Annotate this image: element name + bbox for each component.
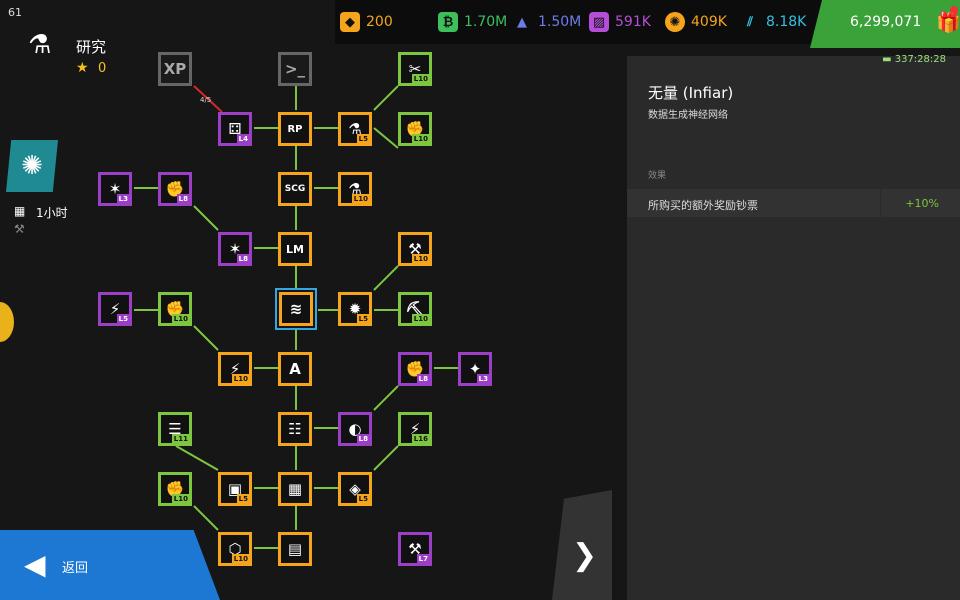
notification-dot — [950, 6, 958, 14]
research-node[interactable]: ✊ L10 — [158, 472, 192, 506]
back-arrow-icon: ◀ — [24, 548, 46, 581]
effect-label: 所购买的额外奖励钞票 — [648, 199, 758, 212]
research-tree-links — [134, 85, 458, 549]
effect-divider — [880, 189, 881, 217]
resource-orange: ✺ 409K — [665, 12, 727, 32]
research-node[interactable]: ⛏ L10 — [398, 292, 432, 326]
research-node[interactable]: ✊ L8 — [398, 352, 432, 386]
back-label: 返回 — [62, 561, 89, 576]
research-node[interactable]: ▦ — [278, 472, 312, 506]
chevron-right-icon: ❯ — [572, 538, 598, 573]
money-display[interactable]: 6,299,071 🎁 — [810, 0, 960, 48]
research-node[interactable]: ✦ L3 — [458, 352, 492, 386]
orange-res-icon: ✺ — [665, 12, 685, 32]
research-name: 无量 (Infiar) — [648, 84, 734, 102]
xp-progress: 4/5 — [200, 96, 212, 104]
research-node[interactable]: ✶ L3 — [98, 172, 132, 206]
research-node[interactable]: >_ — [278, 52, 312, 86]
research-description: 数据生成神经网络 — [648, 110, 728, 121]
research-node[interactable]: ✹ L5 — [338, 292, 372, 326]
research-node[interactable]: ◐ L8 — [338, 412, 372, 446]
panel-timer: ▬ 337:28:28 — [882, 54, 946, 65]
effects-heading: 效果 — [648, 171, 667, 181]
cyan-res-icon: ⫽ — [747, 14, 753, 30]
research-node[interactable]: ⚡ L10 — [218, 352, 252, 386]
research-node[interactable]: ☷ — [278, 412, 312, 446]
research-node[interactable]: ◈ L5 — [338, 472, 372, 506]
research-node[interactable]: SCG — [278, 172, 312, 206]
research-node[interactable]: ⚒ L10 — [398, 232, 432, 266]
research-node[interactable]: ▣ L5 — [218, 472, 252, 506]
effect-value: +10% — [905, 197, 939, 210]
research-node[interactable]: ⬡ L10 — [218, 532, 252, 566]
cash-icon: ▬ — [882, 54, 892, 65]
research-node[interactable]: ⚒ L7 — [398, 532, 432, 566]
research-node[interactable]: RP — [278, 112, 312, 146]
research-node[interactable]: ▤ — [278, 532, 312, 566]
research-node[interactable]: ☰ L11 — [158, 412, 192, 446]
research-node[interactable]: ⚡ L16 — [398, 412, 432, 446]
research-node[interactable]: LM — [278, 232, 312, 266]
resource-cyan: ⫽ 8.18K — [740, 12, 806, 32]
selected-research-node[interactable]: ≋ — [275, 288, 317, 330]
research-node[interactable]: ✊ L8 — [158, 172, 192, 206]
back-button[interactable]: ◀ 返回 — [0, 530, 220, 600]
research-node[interactable]: A — [278, 352, 312, 386]
research-node[interactable]: ✊ L10 — [398, 112, 432, 146]
money-value: 6,299,071 — [850, 14, 922, 30]
effect-row: 所购买的额外奖励钞票 +10% — [627, 189, 960, 217]
research-node[interactable]: ✂ L10 — [398, 52, 432, 86]
gift-icon[interactable]: 🎁 — [936, 10, 960, 34]
research-node[interactable]: ⚃ L4 — [218, 112, 252, 146]
research-node[interactable]: ✊ L10 — [158, 292, 192, 326]
research-node[interactable]: ⚗ L10 — [338, 172, 372, 206]
research-node[interactable]: ✶ L8 — [218, 232, 252, 266]
research-node[interactable]: ⚡ L5 — [98, 292, 132, 326]
research-detail-panel: ▬ 337:28:28 无量 (Infiar) 数据生成神经网络 效果 所购买的… — [627, 54, 960, 600]
research-node[interactable]: XP — [158, 52, 192, 86]
research-node[interactable]: ⚗ L5 — [338, 112, 372, 146]
